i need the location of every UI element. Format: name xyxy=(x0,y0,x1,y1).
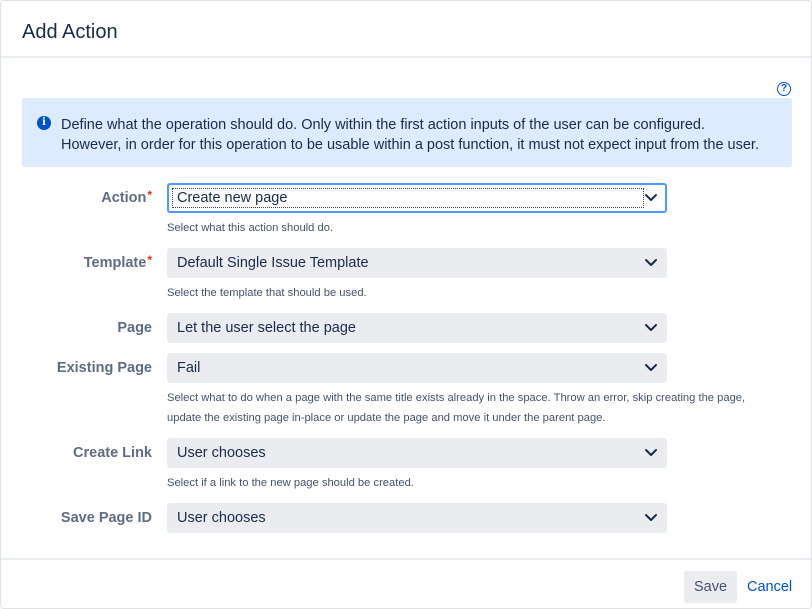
info-text: Define what the operation should do. Onl… xyxy=(61,115,786,155)
create-link-select-value: User chooses xyxy=(177,445,266,461)
page-select[interactable]: Let the user select the page xyxy=(167,313,667,343)
template-select[interactable]: Default Single Issue Template xyxy=(167,248,667,278)
save-page-id-select-value: User chooses xyxy=(177,510,266,526)
chevron-down-icon xyxy=(645,364,657,371)
chevron-down-icon xyxy=(645,324,657,331)
required-marker: * xyxy=(147,253,152,267)
dialog-header: Add Action xyxy=(1,1,811,58)
info-text-line2: However, in order for this operation to … xyxy=(61,137,759,153)
existing-page-description: Select what to do when a page with the s… xyxy=(167,388,787,428)
existing-page-label: Existing Page xyxy=(56,360,152,376)
save-page-id-select[interactable]: User chooses xyxy=(167,503,667,533)
dialog-footer: Save Cancel xyxy=(1,558,811,608)
action-select-value: Create new page xyxy=(177,190,288,206)
required-marker: * xyxy=(147,188,152,202)
action-label-text: Action xyxy=(101,190,147,206)
save-button[interactable]: Save xyxy=(684,571,737,603)
page-label: Page xyxy=(117,320,152,336)
existing-page-description-line2: update the existing page in-place or upd… xyxy=(167,412,606,424)
chevron-down-icon xyxy=(645,449,657,456)
create-link-select[interactable]: User chooses xyxy=(167,438,667,468)
existing-page-description-line1: Select what to do when a page with the s… xyxy=(167,392,746,404)
info-message: i Define what the operation should do. O… xyxy=(22,98,792,167)
action-label: Action* xyxy=(1,188,152,206)
action-select[interactable]: Create new page xyxy=(167,183,667,213)
add-action-dialog: Add Action ? i Define what the operation… xyxy=(0,0,812,609)
template-description: Select the template that should be used. xyxy=(167,287,367,299)
existing-page-select[interactable]: Fail xyxy=(167,353,667,383)
page-select-value: Let the user select the page xyxy=(177,320,356,336)
help-icon[interactable]: ? xyxy=(777,82,791,96)
create-link-label: Create Link xyxy=(73,445,152,461)
dialog-title: Add Action xyxy=(22,21,118,43)
template-label: Template* xyxy=(1,253,152,271)
chevron-down-icon xyxy=(645,194,657,201)
cancel-link[interactable]: Cancel xyxy=(747,571,792,603)
template-select-value: Default Single Issue Template xyxy=(177,255,369,271)
existing-page-select-value: Fail xyxy=(177,360,201,376)
info-icon: i xyxy=(37,116,51,130)
action-description: Select what this action should do. xyxy=(167,222,334,234)
chevron-down-icon xyxy=(645,259,657,266)
template-label-text: Template xyxy=(83,255,147,271)
chevron-down-icon xyxy=(645,514,657,521)
info-text-line1: Define what the operation should do. Onl… xyxy=(61,117,706,133)
create-link-description: Select if a link to the new page should … xyxy=(167,477,414,489)
save-page-id-label: Save Page ID xyxy=(60,510,152,526)
